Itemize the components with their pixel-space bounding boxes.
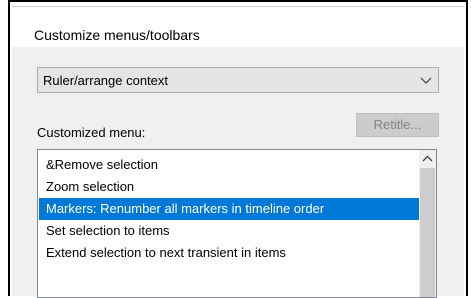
- list-item-renumber-markers[interactable]: Markers: Renumber all markers in timelin…: [39, 198, 419, 220]
- scrollbar-thumb[interactable]: [420, 168, 435, 297]
- dialog-client-area: Ruler/arrange context Customized menu: R…: [12, 47, 464, 298]
- list-item-extend-selection-transient[interactable]: Extend selection to next transient in it…: [39, 242, 419, 264]
- context-dropdown-value: Ruler/arrange context: [43, 73, 169, 88]
- customized-menu-label: Customized menu:: [37, 125, 146, 140]
- customized-menu-list[interactable]: &Remove selection Zoom selection Markers…: [37, 149, 437, 298]
- retitle-button[interactable]: Retitle...: [356, 113, 439, 137]
- title-bar: Customize menus/toolbars: [12, 6, 464, 47]
- list-item-zoom-selection[interactable]: Zoom selection: [39, 176, 419, 198]
- vertical-scrollbar[interactable]: [419, 150, 436, 297]
- list-item-remove-selection[interactable]: &Remove selection: [39, 154, 419, 176]
- chevron-up-icon[interactable]: [419, 150, 436, 167]
- list-item-set-selection-to-items[interactable]: Set selection to items: [39, 220, 419, 242]
- dialog-title: Customize menus/toolbars: [34, 27, 200, 43]
- chevron-down-icon: [420, 77, 432, 84]
- dialog-window: Customize menus/toolbars Ruler/arrange c…: [8, 0, 468, 298]
- context-dropdown[interactable]: Ruler/arrange context: [37, 67, 439, 93]
